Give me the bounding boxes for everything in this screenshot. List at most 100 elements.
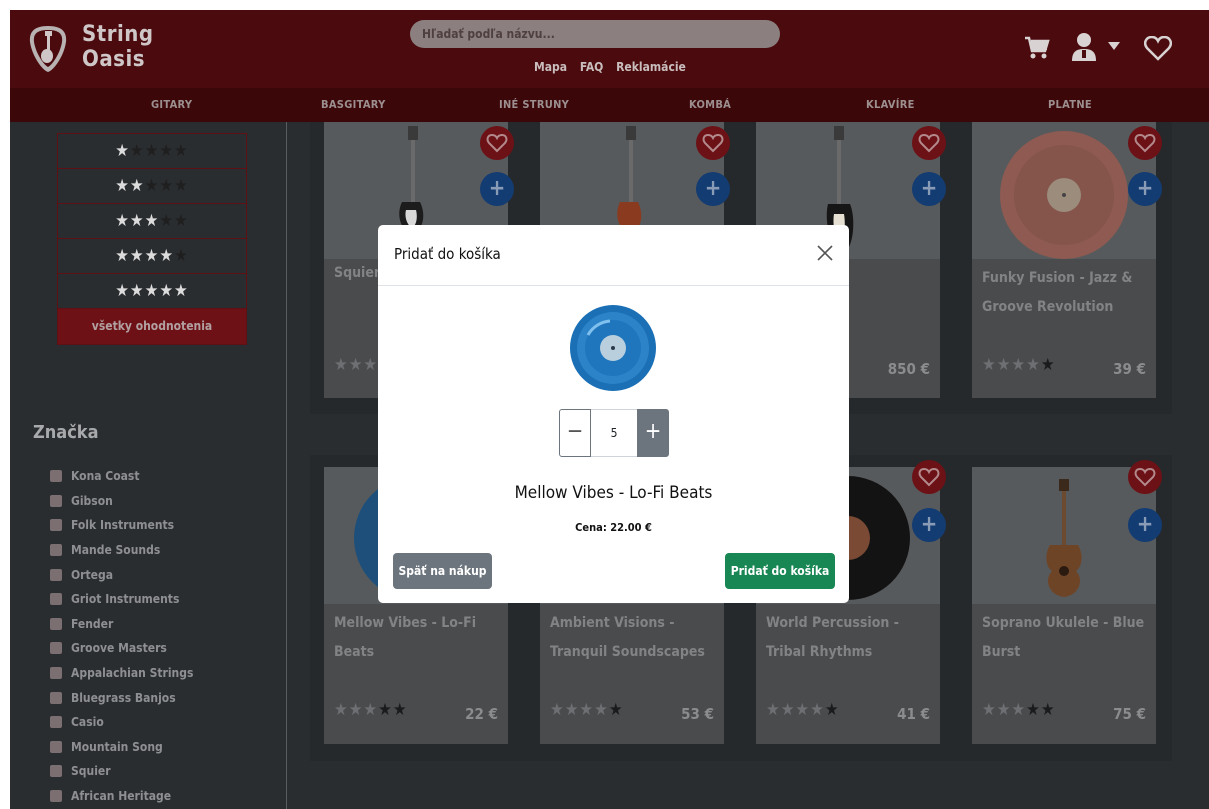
wishlist-button[interactable] xyxy=(480,126,514,160)
search-input[interactable]: Hľadať podľa názvu... xyxy=(410,20,780,48)
product-rating: ★★★★★ xyxy=(982,355,1056,375)
checkbox[interactable] xyxy=(50,740,62,753)
checkbox[interactable] xyxy=(50,494,62,507)
nav-item-pianos[interactable]: KLAVÍRE xyxy=(866,98,915,111)
rating-filter-3[interactable]: ★★★★★ xyxy=(58,204,246,239)
caret-down-icon[interactable] xyxy=(1107,41,1121,51)
brand-filter-title: Značka xyxy=(33,422,99,443)
rating-filter: ★★★★★ ★★★★★ ★★★★★ ★★★★★ ★★★★★ všetky oho… xyxy=(57,133,247,345)
close-icon[interactable] xyxy=(815,243,835,263)
brand-checkbox-item[interactable]: Folk Instruments xyxy=(50,513,193,538)
brand-checkbox-item[interactable]: Bluegrass Banjos xyxy=(50,685,193,710)
modal-title: Pridať do košíka xyxy=(394,245,501,263)
wishlist-button[interactable] xyxy=(696,126,730,160)
checkbox[interactable] xyxy=(50,790,62,803)
heart-outline-icon xyxy=(702,133,724,153)
brand-checkbox-item[interactable]: Appalachian Strings xyxy=(50,661,193,686)
brand-checkbox-item[interactable]: Fender xyxy=(50,612,193,637)
brand-checkbox-item[interactable]: Mountain Song xyxy=(50,735,193,760)
quantity-stepper: − 5 + xyxy=(559,409,669,457)
link-map[interactable]: Mapa xyxy=(534,60,567,74)
link-faq[interactable]: FAQ xyxy=(580,60,604,74)
quantity-input[interactable]: 5 xyxy=(591,409,637,457)
heart-outline-icon[interactable] xyxy=(1144,36,1172,61)
brand-label: Bluegrass Banjos xyxy=(71,690,176,705)
brand-checkbox-item[interactable]: Ortega xyxy=(50,562,193,587)
brand-line-1: String xyxy=(82,22,154,47)
checkbox[interactable] xyxy=(50,593,62,606)
product-name[interactable]: Mellow Vibes - Lo-Fi Beats xyxy=(334,609,504,667)
wishlist-button[interactable] xyxy=(1128,126,1162,160)
top-links: Mapa FAQ Reklamácie xyxy=(534,60,695,74)
rating-filter-1[interactable]: ★★★★★ xyxy=(58,134,246,169)
decrement-button[interactable]: − xyxy=(559,409,591,457)
nav-item-bass-guitars[interactable]: BASGITARY xyxy=(321,98,386,111)
brand-checkbox-item[interactable]: Groove Masters xyxy=(50,636,193,661)
add-to-cart-button[interactable]: + xyxy=(1128,172,1162,206)
brand-filter-list: Kona Coast Gibson Folk Instruments Mande… xyxy=(50,464,193,808)
nav-item-other-strings[interactable]: INÉ STRUNY xyxy=(499,98,569,111)
product-name[interactable]: World Percussion - Tribal Rhythms xyxy=(766,609,936,667)
rating-filter-2[interactable]: ★★★★★ xyxy=(58,169,246,204)
checkbox[interactable] xyxy=(50,667,62,680)
heart-outline-icon xyxy=(918,133,940,153)
brand-checkbox-item[interactable]: Griot Instruments xyxy=(50,587,193,612)
brand-label: Casio xyxy=(71,715,104,730)
brand-name[interactable]: String Oasis xyxy=(82,22,154,72)
add-to-cart-button[interactable]: + xyxy=(912,172,946,206)
product-card[interactable]: Funky Fusion - Jazz & Groove Revolution … xyxy=(972,122,1156,398)
app-window: String Oasis Hľadať podľa názvu... Mapa … xyxy=(10,10,1209,809)
add-to-cart-button[interactable]: + xyxy=(480,172,514,206)
add-to-cart-button[interactable]: + xyxy=(1128,508,1162,542)
checkbox[interactable] xyxy=(50,544,62,557)
cart-icon[interactable] xyxy=(1024,36,1050,60)
checkbox[interactable] xyxy=(50,470,62,483)
checkbox[interactable] xyxy=(50,617,62,630)
modal-header: Pridať do košíka xyxy=(378,225,849,286)
brand-checkbox-item[interactable]: Gibson xyxy=(50,489,193,514)
wishlist-button[interactable] xyxy=(912,460,946,494)
product-name[interactable]: Soprano Ukulele - Blue Burst xyxy=(982,609,1152,667)
product-name[interactable]: Ambient Visions - Tranquil Soundscapes xyxy=(550,609,720,667)
product-rating: ★★★★★ xyxy=(334,700,408,720)
wishlist-button[interactable] xyxy=(912,126,946,160)
brand-label: African Heritage xyxy=(71,789,172,804)
add-to-cart-button[interactable]: + xyxy=(912,508,946,542)
checkbox[interactable] xyxy=(50,519,62,532)
checkbox[interactable] xyxy=(50,716,62,729)
modal-product-name: Mellow Vibes - Lo-Fi Beats xyxy=(514,483,713,503)
product-card[interactable]: Soprano Ukulele - Blue Burst ★★★★★ 75 € xyxy=(972,467,1156,744)
brand-label: Fender xyxy=(71,616,114,631)
product-price: 22 € xyxy=(465,705,498,723)
link-complaints[interactable]: Reklamácie xyxy=(616,60,686,74)
vinyl-record-icon xyxy=(570,305,656,391)
brand-label: Appalachian Strings xyxy=(71,666,194,681)
heart-outline-icon xyxy=(1134,467,1156,487)
brand-checkbox-item[interactable]: Mande Sounds xyxy=(50,538,193,563)
user-icon[interactable] xyxy=(1070,32,1098,62)
brand-checkbox-item[interactable]: Casio xyxy=(50,710,193,735)
brand-checkbox-item[interactable]: African Heritage xyxy=(50,784,193,809)
all-ratings-button[interactable]: všetky ohodnotenia xyxy=(58,309,246,344)
add-to-cart-modal: Pridať do košíka − 5 + Mellow Vibes - Lo… xyxy=(378,225,849,603)
wishlist-button[interactable] xyxy=(1128,460,1162,494)
guitar-pick-logo-icon[interactable] xyxy=(28,24,68,74)
increment-button[interactable]: + xyxy=(637,409,669,457)
checkbox[interactable] xyxy=(50,765,62,778)
brand-checkbox-item[interactable]: Squier xyxy=(50,759,193,784)
back-to-shopping-button[interactable]: Späť na nákup xyxy=(393,553,492,589)
checkbox[interactable] xyxy=(50,691,62,704)
add-to-cart-confirm-button[interactable]: Pridať do košíka xyxy=(725,553,835,589)
category-nav: GITARY BASGITARY INÉ STRUNY KOMBÁ KLAVÍR… xyxy=(10,88,1209,122)
checkbox[interactable] xyxy=(50,642,62,655)
add-to-cart-button[interactable]: + xyxy=(696,172,730,206)
product-price: 850 € xyxy=(887,360,930,378)
nav-item-records[interactable]: PLATNE xyxy=(1048,98,1092,111)
rating-filter-4[interactable]: ★★★★★ xyxy=(58,239,246,274)
nav-item-guitars[interactable]: GITARY xyxy=(151,98,192,111)
product-name[interactable]: Funky Fusion - Jazz & Groove Revolution xyxy=(982,264,1152,322)
checkbox[interactable] xyxy=(50,568,62,581)
rating-filter-5[interactable]: ★★★★★ xyxy=(58,274,246,309)
nav-item-amps[interactable]: KOMBÁ xyxy=(689,98,731,111)
brand-checkbox-item[interactable]: Kona Coast xyxy=(50,464,193,489)
